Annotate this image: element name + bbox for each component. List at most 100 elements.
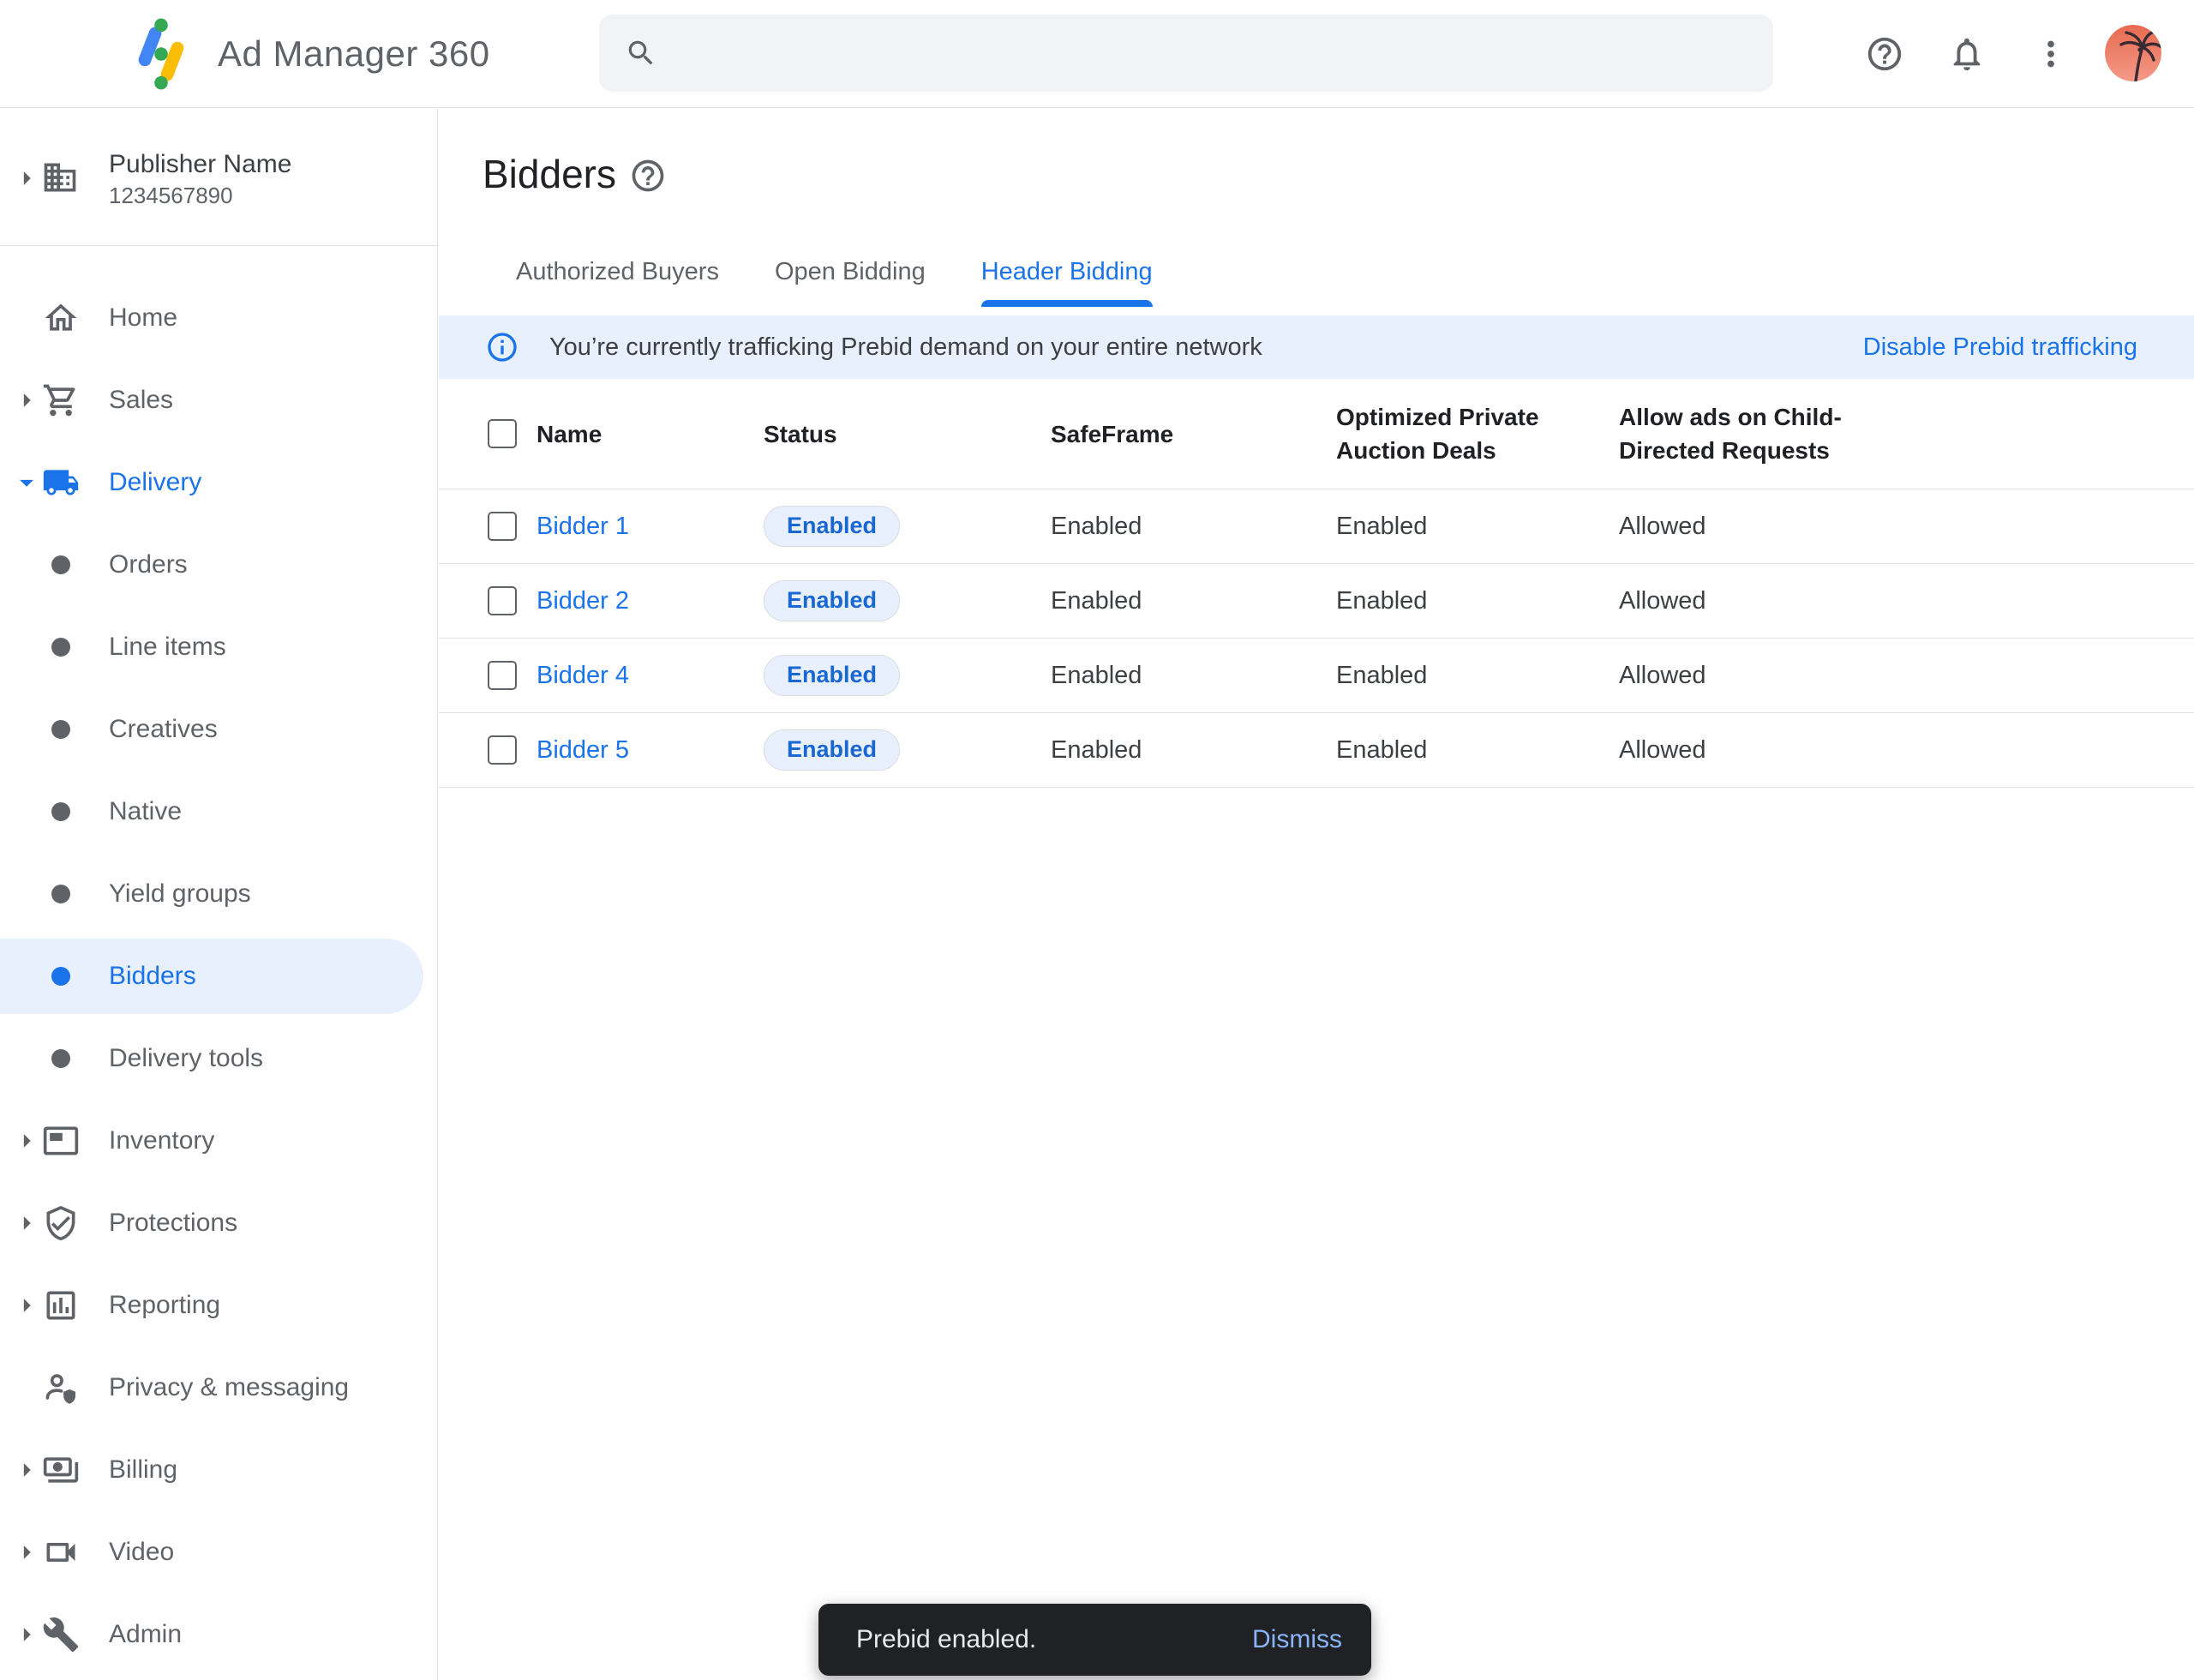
- publisher-selector[interactable]: Publisher Name 1234567890: [0, 109, 437, 246]
- info-icon: [485, 330, 519, 364]
- bullet-icon: [51, 802, 70, 821]
- child-directed-value: Allowed: [1619, 587, 2194, 615]
- sidebar-item-yield-groups[interactable]: Yield groups: [0, 853, 437, 935]
- expand-right-icon: [10, 1125, 43, 1157]
- table-row: Bidder 4 Enabled Enabled Enabled Allowed: [439, 639, 2194, 713]
- bullet-icon: [51, 885, 70, 903]
- sidebar-item-home[interactable]: Home: [0, 277, 437, 359]
- publisher-id: 1234567890: [109, 183, 233, 209]
- sidebar-item-reporting[interactable]: Reporting: [0, 1264, 437, 1347]
- home-icon: [42, 299, 80, 337]
- tab-header-bidding[interactable]: Header Bidding: [981, 246, 1153, 307]
- column-header-name: Name: [537, 417, 764, 451]
- sidebar: Publisher Name 1234567890 Home Sales Del…: [0, 109, 438, 1680]
- tab-open-bidding[interactable]: Open Bidding: [775, 246, 926, 307]
- sidebar-item-protections[interactable]: Protections: [0, 1182, 437, 1264]
- tab-authorized-buyers[interactable]: Authorized Buyers: [516, 246, 719, 307]
- bar-chart-icon: [42, 1287, 80, 1324]
- account-avatar[interactable]: [2105, 25, 2161, 81]
- sidebar-item-sales[interactable]: Sales: [0, 359, 437, 441]
- column-header-optimized-private-auction-deals: Optimized Private Auction Deals: [1336, 400, 1619, 467]
- brand: Ad Manager 360: [129, 15, 490, 93]
- column-header-allow-ads-child-directed: Allow ads on Child-Directed Requests: [1619, 400, 2194, 467]
- help-icon: [1865, 34, 1904, 74]
- expand-down-icon: [10, 466, 43, 499]
- search-bar[interactable]: [599, 15, 1773, 92]
- more-options-button[interactable]: [2031, 34, 2071, 74]
- wrench-icon: [42, 1616, 80, 1653]
- expand-right-icon: [10, 1289, 43, 1322]
- videocam-icon: [42, 1533, 80, 1571]
- sidebar-item-billing[interactable]: Billing: [0, 1429, 437, 1511]
- status-badge: Enabled: [764, 729, 900, 771]
- publisher-name: Publisher Name: [109, 150, 291, 179]
- person-shield-icon: [42, 1369, 80, 1407]
- row-checkbox[interactable]: [488, 512, 517, 541]
- sidebar-item-admin[interactable]: Admin: [0, 1593, 437, 1676]
- sidebar-item-inventory[interactable]: Inventory: [0, 1100, 437, 1182]
- opad-value: Enabled: [1336, 513, 1619, 541]
- status-badge: Enabled: [764, 580, 900, 621]
- sidebar-item-orders[interactable]: Orders: [0, 524, 437, 606]
- expand-right-icon: [10, 1207, 43, 1239]
- sidebar-item-delivery[interactable]: Delivery: [0, 441, 437, 524]
- opad-value: Enabled: [1336, 662, 1619, 690]
- sidebar-item-privacy-messaging[interactable]: Privacy & messaging: [0, 1347, 437, 1429]
- bidders-table: Name Status SafeFrame Optimized Private …: [439, 379, 2194, 788]
- main-content: Bidders Authorized Buyers Open Bidding H…: [439, 109, 2194, 1680]
- safeframe-value: Enabled: [1051, 513, 1336, 541]
- sidebar-item-video[interactable]: Video: [0, 1511, 437, 1593]
- toast-dismiss-button[interactable]: Dismiss: [1252, 1625, 1342, 1654]
- shield-check-icon: [42, 1204, 80, 1242]
- table-header-row: Name Status SafeFrame Optimized Private …: [439, 379, 2194, 489]
- search-icon: [625, 37, 657, 69]
- more-vertical-icon: [2031, 34, 2071, 74]
- expand-right-icon: [10, 162, 43, 195]
- bidder-link[interactable]: Bidder 2: [537, 587, 629, 615]
- opad-value: Enabled: [1336, 736, 1619, 765]
- notifications-button[interactable]: [1947, 34, 1987, 74]
- bullet-icon: [51, 967, 70, 986]
- disable-prebid-trafficking-link[interactable]: Disable Prebid trafficking: [1863, 333, 2137, 362]
- sidebar-item-creatives[interactable]: Creatives: [0, 688, 437, 771]
- prebid-status-banner: You’re currently trafficking Prebid dema…: [439, 315, 2194, 379]
- row-checkbox[interactable]: [488, 661, 517, 690]
- sidebar-item-delivery-tools[interactable]: Delivery tools: [0, 1017, 437, 1100]
- table-row: Bidder 5 Enabled Enabled Enabled Allowed: [439, 713, 2194, 788]
- page-help-icon[interactable]: [629, 157, 667, 195]
- bullet-icon: [51, 638, 70, 657]
- expand-right-icon: [10, 1618, 43, 1651]
- sidebar-item-bidders[interactable]: Bidders: [0, 935, 437, 1017]
- ad-manager-logo-icon: [129, 15, 194, 93]
- child-directed-value: Allowed: [1619, 736, 2194, 765]
- bidder-link[interactable]: Bidder 4: [537, 662, 629, 689]
- select-all-checkbox[interactable]: [488, 419, 517, 448]
- tab-bar: Authorized Buyers Open Bidding Header Bi…: [516, 246, 1208, 307]
- bullet-icon: [51, 1049, 70, 1068]
- bidder-link[interactable]: Bidder 1: [537, 513, 629, 540]
- sidebar-item-line-items[interactable]: Line items: [0, 606, 437, 688]
- expand-right-icon: [10, 1536, 43, 1569]
- safeframe-value: Enabled: [1051, 587, 1336, 615]
- delivery-truck-icon: [42, 464, 80, 501]
- ad-unit-icon: [42, 1122, 80, 1160]
- search-input[interactable]: [676, 27, 1773, 79]
- column-header-safeframe: SafeFrame: [1051, 417, 1336, 451]
- status-badge: Enabled: [764, 655, 900, 696]
- topbar: Ad Manager 360: [0, 0, 2194, 108]
- palm-tree-avatar-image: [2105, 25, 2161, 81]
- bidder-link[interactable]: Bidder 5: [537, 736, 629, 764]
- sidebar-item-native[interactable]: Native: [0, 771, 437, 853]
- expand-right-icon: [10, 1454, 43, 1486]
- help-button[interactable]: [1865, 34, 1904, 74]
- child-directed-value: Allowed: [1619, 513, 2194, 541]
- menu-button[interactable]: [41, 32, 86, 76]
- app-name: Ad Manager 360: [218, 33, 490, 75]
- sidebar-nav: Home Sales Delivery Orders Line items Cr…: [0, 277, 437, 1676]
- building-icon: [41, 159, 79, 196]
- bell-icon: [1947, 34, 1987, 74]
- toast-message: Prebid enabled.: [856, 1625, 1036, 1654]
- row-checkbox[interactable]: [488, 586, 517, 615]
- row-checkbox[interactable]: [488, 735, 517, 765]
- page-title: Bidders: [483, 151, 616, 197]
